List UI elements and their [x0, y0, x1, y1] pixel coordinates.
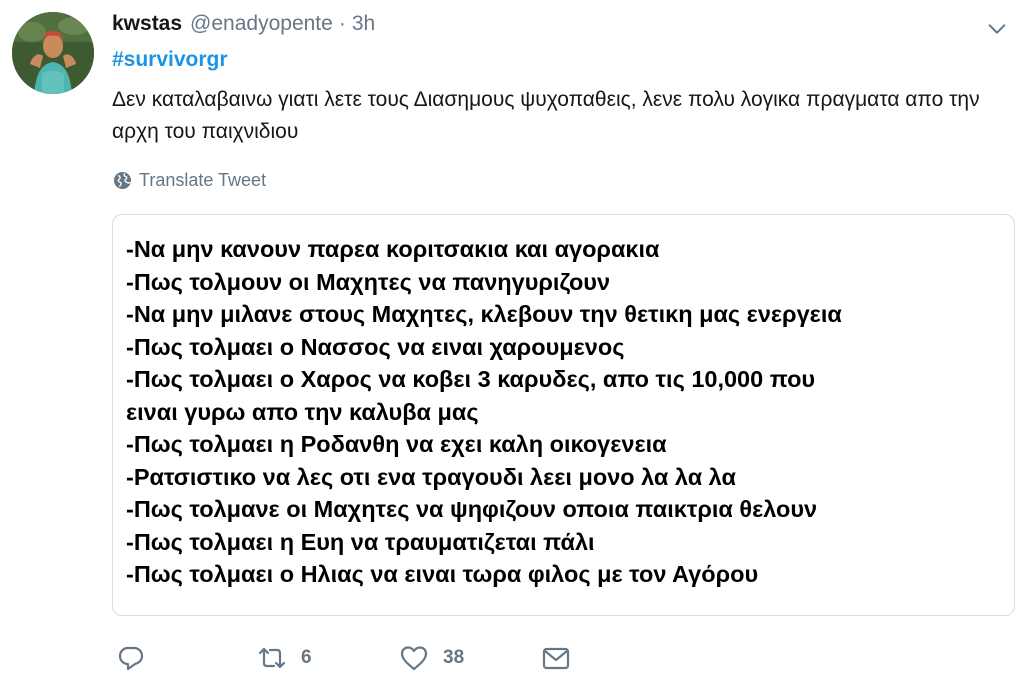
reply-button[interactable] — [116, 640, 146, 676]
tweet-header: kwstas @enadyopente · 3h — [112, 12, 375, 40]
media-text-line: -Πως τολμαει η Ροδανθη να εχει καλη οικο… — [126, 431, 667, 457]
direct-message-button[interactable] — [541, 640, 571, 676]
media-text-line: -Να μην κανουν παρεα κοριτσακια και αγορ… — [126, 236, 660, 262]
like-button[interactable]: 38 — [399, 640, 464, 676]
retweet-button[interactable]: 6 — [257, 640, 312, 676]
retweet-icon — [258, 647, 286, 669]
media-text-line: ειναι γυρω απο την καλυβα μας — [126, 398, 479, 425]
globe-icon — [113, 171, 132, 190]
like-count: 38 — [443, 647, 465, 668]
author-name[interactable]: kwstas — [112, 12, 182, 36]
author-handle[interactable]: @enadyopente — [190, 12, 333, 36]
hashtag-link[interactable]: #survivorgr — [112, 48, 228, 72]
separator-dot: · — [338, 12, 346, 35]
media-text-line: -Πως τολμαει ο Ηλιας να ειναι τωρα φιλος… — [126, 561, 759, 587]
retweet-count: 6 — [301, 647, 312, 668]
media-text-line: -Να μην μιλανε στους Μαχητες, κλεβουν τη… — [126, 301, 842, 327]
media-text-line: -Πως τολμαει η Ευη να τραυματιζεται πάλι — [126, 528, 595, 555]
translate-label: Translate Tweet — [139, 170, 267, 190]
media-text-line: -Πως τολμαει ο Χαρος να κοβει 3 καρυδες,… — [126, 366, 816, 392]
tweet-actions: 6 38 — [112, 640, 1012, 676]
reply-icon — [118, 646, 144, 671]
chevron-down-icon[interactable] — [986, 18, 1008, 40]
media-text-line: -Πως τολμουν οι Μαχητες να πανηγυριζουν — [126, 268, 611, 295]
media-text-line: -Ρατσιστικο να λες οτι ενα τραγουδι λεει… — [126, 463, 736, 490]
avatar-photo — [12, 12, 94, 94]
media-text-line: -Πως τολμανε οι Μαχητες να ψηφιζουν οποι… — [126, 496, 818, 522]
tweet-timestamp[interactable]: 3h — [352, 12, 375, 36]
media-text-line: -Πως τολμαει ο Νασσος να ειναι χαρουμενο… — [126, 333, 625, 360]
envelope-icon — [542, 647, 570, 670]
tweet-text: Δεν καταλαβαινω γιατι λετε τους Διασημου… — [112, 88, 980, 143]
avatar[interactable] — [12, 12, 94, 94]
translate-tweet-button[interactable]: Translate Tweet — [113, 170, 266, 191]
media-image[interactable]: -Να μην κανουν παρεα κοριτσακια και αγορ… — [112, 214, 1015, 616]
media-text-list: -Να μην κανουν παρεα κοριτσακια και αγορ… — [126, 233, 842, 591]
heart-icon — [400, 646, 428, 671]
